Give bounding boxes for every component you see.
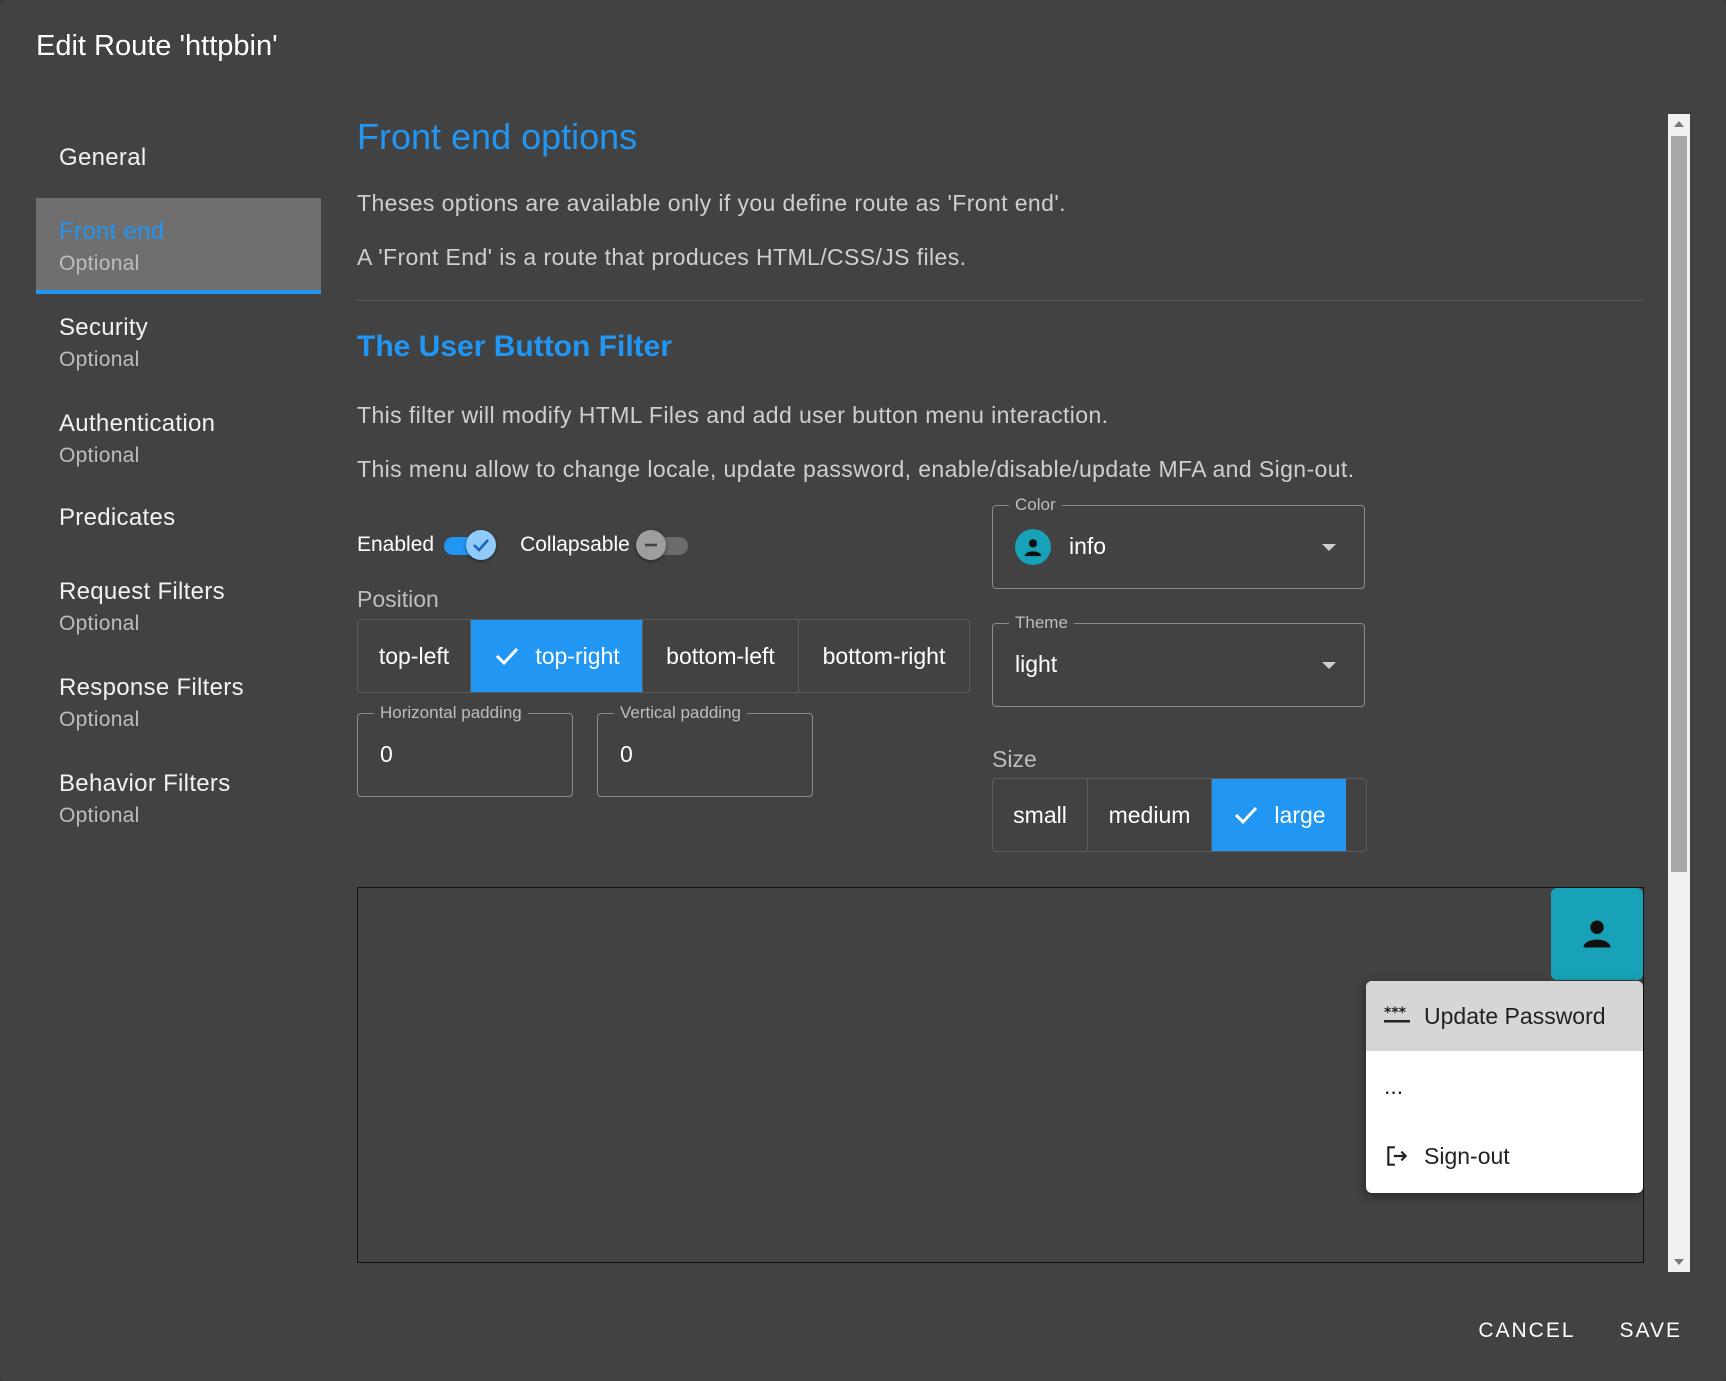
menu-item-label: Sign-out — [1424, 1142, 1510, 1169]
filter-description-2: This menu allow to change locale, update… — [357, 456, 1355, 482]
sidebar-item-sublabel: Optional — [59, 612, 140, 635]
collapsable-switch[interactable] — [635, 530, 692, 560]
user-button-preview: *** Update Password ... Sign-out — [357, 887, 1644, 1263]
size-option-large[interactable]: large — [1212, 779, 1346, 851]
field-legend: Theme — [1009, 613, 1074, 633]
dialog-title: Edit Route 'httpbin' — [36, 30, 278, 62]
sidebar-item-front-end[interactable]: Front end Optional — [36, 198, 321, 294]
sidebar-stepper: General Front end Optional Security Opti… — [36, 120, 321, 846]
vertical-padding-input[interactable]: 0 — [620, 741, 633, 768]
section-title: The User Button Filter — [357, 330, 673, 363]
switch-thumb — [635, 530, 666, 560]
size-label: Size — [992, 746, 1037, 772]
option-label: top-left — [378, 642, 450, 669]
size-toggle-group: small medium large — [992, 778, 1367, 852]
sidebar-item-sublabel: Optional — [59, 348, 140, 371]
logout-icon — [1384, 1143, 1424, 1169]
svg-text:***: *** — [1384, 1006, 1407, 1021]
menu-item-update-password[interactable]: *** Update Password — [1366, 981, 1643, 1051]
check-icon — [473, 539, 490, 552]
dialog-actions: CANCEL SAVE — [1448, 1311, 1696, 1351]
color-select-value: info — [1069, 533, 1107, 559]
menu-item-more[interactable]: ... — [1366, 1051, 1643, 1121]
menu-item-sign-out[interactable]: Sign-out — [1366, 1121, 1643, 1191]
person-icon — [1583, 920, 1611, 948]
enabled-switch[interactable] — [440, 530, 497, 560]
check-icon — [496, 647, 519, 666]
position-option-top-right[interactable]: top-right — [471, 620, 643, 692]
position-label: Position — [357, 586, 439, 612]
user-button[interactable] — [1551, 888, 1643, 980]
page-title: Front end options — [357, 116, 638, 157]
sidebar-item-label: Request Filters — [59, 578, 225, 605]
sidebar-item-sublabel: Optional — [59, 708, 140, 731]
menu-item-label: Update Password — [1424, 1002, 1606, 1029]
field-legend: Horizontal padding — [374, 703, 528, 723]
content-panel[interactable]: Front end options Theses options are ava… — [357, 110, 1644, 1272]
switch-thumb — [466, 530, 497, 560]
color-swatch-icon — [1015, 529, 1051, 565]
horizontal-padding-field[interactable]: Horizontal padding 0 — [357, 703, 573, 797]
cancel-button[interactable]: CANCEL — [1464, 1311, 1589, 1351]
theme-select-value: light — [1015, 651, 1058, 677]
filter-description-1: This filter will modify HTML Files and a… — [357, 402, 1109, 428]
sidebar-item-request-filters[interactable]: Request Filters Optional — [36, 558, 321, 654]
sidebar-item-label: Authentication — [59, 410, 216, 437]
position-option-bottom-right[interactable]: bottom-right — [799, 620, 969, 692]
menu-item-label: ... — [1384, 1072, 1404, 1099]
position-toggle-group: top-left top-right bottom-left bottom-ri… — [357, 619, 970, 693]
option-label: large — [1274, 801, 1326, 828]
option-label: top-right — [535, 642, 620, 669]
sidebar-item-response-filters[interactable]: Response Filters Optional — [36, 654, 321, 750]
vertical-padding-field[interactable]: Vertical padding 0 — [597, 703, 813, 797]
intro-text-1: Theses options are available only if you… — [357, 190, 1066, 216]
sidebar-item-general[interactable]: General — [36, 120, 321, 198]
sidebar-item-label: Front end — [59, 218, 165, 245]
sidebar-item-predicates[interactable]: Predicates — [36, 486, 321, 558]
intro-text-2: A 'Front End' is a route that produces H… — [357, 244, 967, 270]
theme-select[interactable]: Theme light — [992, 613, 1365, 707]
position-option-top-left[interactable]: top-left — [358, 620, 471, 692]
color-select[interactable]: Color info — [992, 495, 1365, 589]
sidebar-item-security[interactable]: Security Optional — [36, 294, 321, 390]
collapsable-label: Collapsable — [520, 533, 630, 556]
sidebar-item-authentication[interactable]: Authentication Optional — [36, 390, 321, 486]
password-icon: *** — [1384, 1006, 1424, 1026]
option-label: bottom-right — [822, 642, 946, 669]
switch-row: Enabled Collapsable — [357, 525, 716, 565]
save-button[interactable]: SAVE — [1606, 1311, 1696, 1351]
edit-route-dialog: Edit Route 'httpbin' General Front end O… — [0, 0, 1726, 1381]
scrollbar-thumb[interactable] — [1671, 136, 1687, 872]
chevron-down-icon — [1322, 662, 1336, 669]
person-icon — [1024, 539, 1042, 557]
sidebar-item-sublabel: Optional — [59, 444, 140, 467]
option-label: small — [1013, 801, 1067, 828]
enabled-label: Enabled — [357, 533, 435, 556]
sidebar-item-sublabel: Optional — [59, 252, 140, 275]
scroll-down-icon[interactable] — [1674, 1259, 1684, 1265]
size-option-small[interactable]: small — [993, 779, 1088, 851]
content-scrollbar[interactable] — [1668, 114, 1690, 1272]
size-option-medium[interactable]: medium — [1088, 779, 1212, 851]
user-menu: *** Update Password ... Sign-out — [1366, 981, 1643, 1193]
option-label: medium — [1108, 801, 1191, 828]
field-legend: Vertical padding — [614, 703, 747, 723]
chevron-down-icon — [1322, 544, 1336, 551]
horizontal-padding-input[interactable]: 0 — [380, 741, 393, 768]
sidebar-item-label: Security — [59, 314, 149, 341]
option-label: bottom-left — [666, 642, 775, 669]
field-legend: Color — [1009, 495, 1062, 515]
sidebar-item-label: Response Filters — [59, 674, 244, 701]
position-option-bottom-left[interactable]: bottom-left — [643, 620, 799, 692]
section-divider — [357, 300, 1644, 301]
scroll-up-icon[interactable] — [1674, 121, 1684, 127]
sidebar-item-label: Behavior Filters — [59, 770, 231, 797]
sidebar-item-behavior-filters[interactable]: Behavior Filters Optional — [36, 750, 321, 846]
sidebar-item-label: Predicates — [59, 504, 176, 531]
check-icon — [1235, 806, 1258, 825]
minus-icon — [644, 543, 657, 547]
sidebar-item-label: General — [59, 144, 147, 171]
sidebar-item-sublabel: Optional — [59, 804, 140, 827]
